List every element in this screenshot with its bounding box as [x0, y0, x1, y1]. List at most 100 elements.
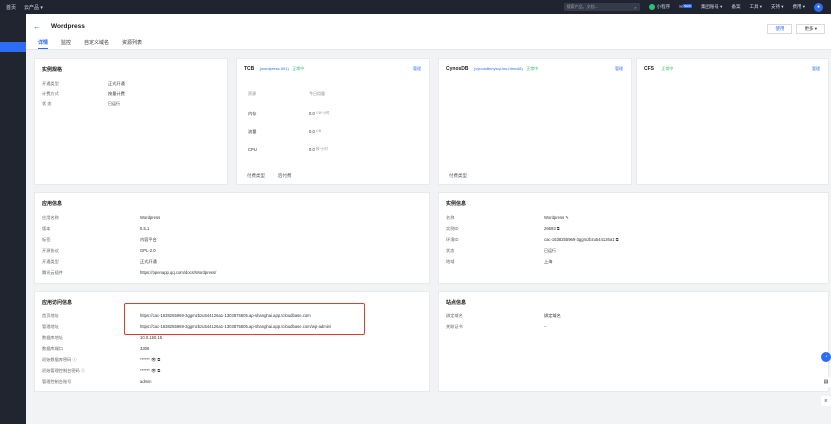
cfs-manage-link[interactable]: 管理 [812, 66, 820, 72]
page-title: Wordpress [51, 23, 85, 30]
spec-key: 计费方式 [42, 91, 59, 96]
access-info-row: 管理控制台账号 admin [42, 379, 152, 384]
tcb-card: TCB (wordpress-501) 正常中 管理 资源 今日用量 内存 0.… [236, 58, 430, 185]
app-info-card: 应用信息 应用名称 Wordpress 版本 5.5.1 标签 内容平台 开源协议 GP… [34, 192, 430, 284]
admin-password-field[interactable]: ****** 👁 ⧉ [140, 368, 160, 374]
instance-info-row: 环境ID cac-1638255969-3ggmzbzu544126a1 ⧉ [446, 237, 619, 243]
tcb-title: TCB (wordpress-501) 正常中 [244, 66, 304, 72]
back-arrow-icon[interactable]: ← [33, 22, 41, 31]
billing-menu[interactable]: 费用 ▾ [792, 4, 805, 10]
app-info-title: 应用信息 [42, 201, 63, 207]
tcb-name: TCB [244, 66, 255, 72]
cynosdb-status: 正常中 [526, 66, 539, 71]
spec-row: 状 态 已运行 [42, 101, 120, 107]
menu-icon[interactable]: ≡ [821, 396, 831, 406]
tcb-col-usage: 今日用量 [309, 91, 325, 96]
spec-row: 开通类型 正式开通 [42, 81, 125, 87]
spec-key: 开通类型 [42, 81, 59, 86]
spec-card: 实例规格 开通类型 正式开通 计费方式 按量计费 状 态 已运行 [34, 58, 228, 185]
spec-status-value: 已运行 [108, 101, 120, 106]
db-password-field[interactable]: ****** 👁 ⧉ [140, 357, 160, 363]
tcb-row: 内存 0.0 GB*小时 [248, 111, 330, 116]
access-info-row: 数据库端口 3306 [42, 346, 150, 351]
app-info-row: 开通类型 正式开通 [42, 259, 157, 264]
instance-info-row: 状态 已运行 [446, 248, 556, 253]
tcb-footer: 付费类型 后付费 [247, 173, 292, 179]
access-info-title: 应用访问信息 [42, 300, 73, 306]
cynosdb-footer: 付费类型 [449, 173, 467, 179]
cynosdb-name: CynosDB [446, 66, 469, 72]
more-button[interactable]: 更多 ▾ [796, 24, 825, 34]
app-info-row: 应用名称 Wordpress [42, 215, 161, 220]
tcb-env-link[interactable]: (wordpress-501) [260, 66, 289, 71]
tab-details[interactable]: 详情 [38, 39, 49, 49]
app-info-row: 标签 内容平台 [42, 237, 157, 242]
mini-program-link[interactable]: 小程序 [648, 3, 670, 10]
tcb-col-resource: 资源 [248, 91, 256, 96]
doc-icon[interactable]: ▤ [821, 377, 831, 387]
chat-icon[interactable]: ◔ [821, 352, 831, 362]
instance-id-copy[interactable]: 26693 ⧉ [544, 226, 560, 232]
app-info-row: 开源协议 GPL-2.0 [42, 248, 156, 253]
tcb-table-header: 资源 今日用量 [248, 91, 428, 97]
cynosdb-card: CynosDB (cynosdbmysql-ins-hfmx46) 正常中 管理… [438, 58, 632, 185]
instance-info-card: 实例信息 名称 Wordpress ✎ 实例ID 26693 ⧉ 环境ID cac-1… [438, 192, 829, 284]
page-header: ← Wordpress 详情 监控 自定义域名 资源列表 使用 更多 ▾ [26, 14, 831, 50]
url-highlight-box [124, 303, 365, 335]
access-info-row: 初始数据库密码 ⓘ ****** 👁 ⧉ [42, 357, 161, 363]
user-avatar-icon[interactable]: ● [814, 2, 823, 12]
tab-monitor[interactable]: 监控 [61, 39, 71, 49]
cynosdb-title: CynosDB (cynosdbmysql-ins-hfmx46) 正常中 [446, 66, 538, 72]
tcb-billing-value: 后付费 [278, 173, 292, 178]
use-button[interactable]: 使用 [767, 24, 793, 34]
tcb-row: CPU 0.0 核*小时 [248, 147, 328, 152]
env-id-copy[interactable]: cac-1638255969-3ggmzbzu544126a1 ⧉ [544, 237, 619, 243]
search-input[interactable]: 搜索产品、文档... ⌕ [563, 3, 640, 11]
app-info-row: 版本 5.5.1 [42, 226, 150, 231]
mini-program-icon [648, 3, 655, 10]
filing-link[interactable]: 备案 [731, 4, 740, 10]
tcb-billing-label: 付费类型 [247, 173, 265, 178]
cynosdb-billing-label: 付费类型 [449, 173, 467, 178]
app-info-row: 腾讯云插件 https://openapp.qq.com/docs/Wordpre… [42, 270, 217, 276]
instance-info-row: 实例ID 26693 ⧉ [446, 226, 560, 232]
cfs-name: CFS [644, 66, 654, 72]
tab-bar: 详情 监控 自定义域名 资源列表 [38, 39, 142, 49]
site-info-row: 关联证书 -- [446, 324, 547, 329]
access-info-row: 初始管理控制台密码 ⓘ ****** 👁 ⧉ [42, 368, 161, 374]
new-badge: NEW [682, 4, 692, 8]
cfs-title: CFS 正常中 [644, 66, 673, 72]
tools-menu[interactable]: 工具 ▾ [749, 4, 762, 10]
instance-name-edit[interactable]: Wordpress ✎ [544, 215, 569, 221]
search-icon: ⌕ [634, 4, 637, 10]
tcb-row: 流量 0.0 GB [248, 129, 322, 134]
access-info-row: 数据库地址 10.0.150.15 [42, 335, 163, 340]
nav-products[interactable]: 云产品 ▾ [24, 4, 43, 11]
tab-resources[interactable]: 资源列表 [122, 39, 142, 49]
cynosdb-manage-link[interactable]: 管理 [615, 66, 623, 72]
header-actions: 使用 更多 ▾ [767, 24, 825, 34]
nav-home[interactable]: 首页 [6, 4, 16, 11]
top-bar: 首页 云产品 ▾ 搜索产品、文档... ⌕ 小程序 ✉NEW 集团账号 ▾ 备案… [0, 0, 831, 14]
message-icon[interactable]: ✉NEW [679, 4, 692, 10]
instance-info-title: 实例信息 [446, 201, 467, 207]
group-account-menu[interactable]: 集团账号 ▾ [701, 4, 723, 10]
top-right: 搜索产品、文档... ⌕ 小程序 ✉NEW 集团账号 ▾ 备案 工具 ▾ 支持 … [563, 0, 823, 14]
spec-title: 实例规格 [42, 67, 63, 73]
top-nav: 首页 云产品 ▾ [0, 4, 43, 11]
support-menu[interactable]: 支持 ▾ [771, 4, 784, 10]
instance-info-row: 名称 Wordpress ✎ [446, 215, 569, 221]
tcb-manage-link[interactable]: 管理 [413, 66, 421, 72]
plugin-doc-link[interactable]: https://openapp.qq.com/docs/Wordpress/ [140, 270, 216, 276]
site-info-title: 站点信息 [446, 300, 467, 306]
bind-domain-link[interactable]: 绑定域名 [544, 313, 561, 319]
cynosdb-env-link[interactable]: (cynosdbmysql-ins-hfmx46) [474, 66, 523, 71]
sidebar-active-item[interactable] [0, 42, 26, 52]
instance-info-row: 地域 上海 [446, 259, 553, 264]
site-info-card: 站点信息 绑定域名 绑定域名 关联证书 -- [438, 291, 829, 392]
spec-row: 计费方式 按量计费 [42, 91, 125, 97]
site-info-row: 绑定域名 绑定域名 [446, 313, 561, 319]
tab-custom-domain[interactable]: 自定义域名 [84, 39, 109, 49]
left-sidebar [0, 14, 26, 424]
search-placeholder: 搜索产品、文档... [566, 4, 598, 9]
